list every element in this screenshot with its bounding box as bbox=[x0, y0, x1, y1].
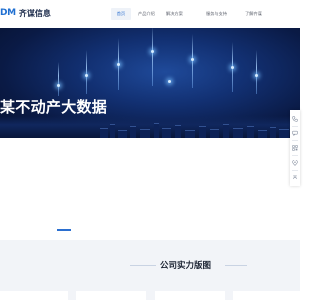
building-shape bbox=[258, 130, 267, 138]
title-divider-left bbox=[130, 265, 156, 266]
strength-card[interactable] bbox=[0, 291, 68, 300]
nav-item-support[interactable]: 服务与支持 bbox=[206, 8, 227, 20]
divider bbox=[292, 126, 298, 127]
light-node bbox=[168, 80, 171, 83]
building-shape bbox=[154, 123, 159, 138]
building-shape bbox=[175, 125, 181, 138]
main-nav: 首页 产品介绍 解决方案 服务与支持 了解齐谋 bbox=[0, 0, 300, 28]
nav-item-about[interactable]: 了解齐谋 bbox=[245, 8, 262, 20]
light-node bbox=[57, 84, 60, 87]
qrcode-icon[interactable] bbox=[292, 145, 298, 151]
light-node bbox=[255, 74, 258, 77]
building-shape bbox=[118, 130, 127, 138]
divider bbox=[292, 155, 298, 156]
nav-item-products[interactable]: 产品介绍 bbox=[138, 8, 155, 20]
building-shape bbox=[223, 124, 229, 138]
light-node bbox=[117, 63, 120, 66]
site-header: DM 齐谋信息 首页 产品介绍 解决方案 服务与支持 了解齐谋 bbox=[0, 0, 300, 28]
section-title: 公司实力版图 bbox=[160, 261, 212, 271]
nav-item-solutions[interactable]: 解决方案 bbox=[166, 8, 183, 20]
city-skyline bbox=[0, 116, 300, 138]
light-node bbox=[151, 50, 154, 53]
building-shape bbox=[270, 127, 276, 138]
light-beam bbox=[152, 28, 153, 86]
light-node bbox=[231, 66, 234, 69]
building-shape bbox=[199, 126, 206, 138]
light-node bbox=[191, 58, 194, 61]
building-shape bbox=[110, 124, 115, 138]
hero-banner[interactable]: 某不动产大数据 bbox=[0, 28, 300, 138]
floating-sidebar bbox=[290, 110, 300, 186]
divider bbox=[292, 170, 298, 171]
location-icon[interactable] bbox=[292, 159, 298, 166]
light-beam bbox=[58, 62, 59, 96]
divider bbox=[292, 140, 298, 141]
building-shape bbox=[233, 128, 243, 138]
building-shape bbox=[279, 129, 289, 138]
chat-icon[interactable] bbox=[292, 130, 298, 137]
slider-indicator[interactable] bbox=[57, 229, 71, 231]
building-shape bbox=[100, 128, 108, 138]
building-shape bbox=[247, 126, 254, 138]
light-beam bbox=[86, 50, 87, 94]
building-shape bbox=[185, 130, 195, 138]
title-divider-right bbox=[225, 265, 247, 266]
building-shape bbox=[162, 128, 171, 138]
building-shape bbox=[210, 129, 219, 138]
light-beam bbox=[256, 50, 257, 94]
light-beam bbox=[192, 34, 193, 88]
hero-title: 某不动产大数据 bbox=[0, 98, 108, 116]
strength-card[interactable] bbox=[155, 291, 225, 300]
nav-item-home[interactable]: 首页 bbox=[111, 8, 131, 20]
building-shape bbox=[140, 129, 150, 138]
strength-card[interactable] bbox=[233, 291, 300, 300]
building-shape bbox=[130, 126, 136, 138]
phone-icon[interactable] bbox=[292, 116, 298, 122]
strength-card[interactable] bbox=[76, 291, 146, 300]
back-to-top-icon[interactable] bbox=[292, 175, 298, 181]
light-node bbox=[85, 74, 88, 77]
